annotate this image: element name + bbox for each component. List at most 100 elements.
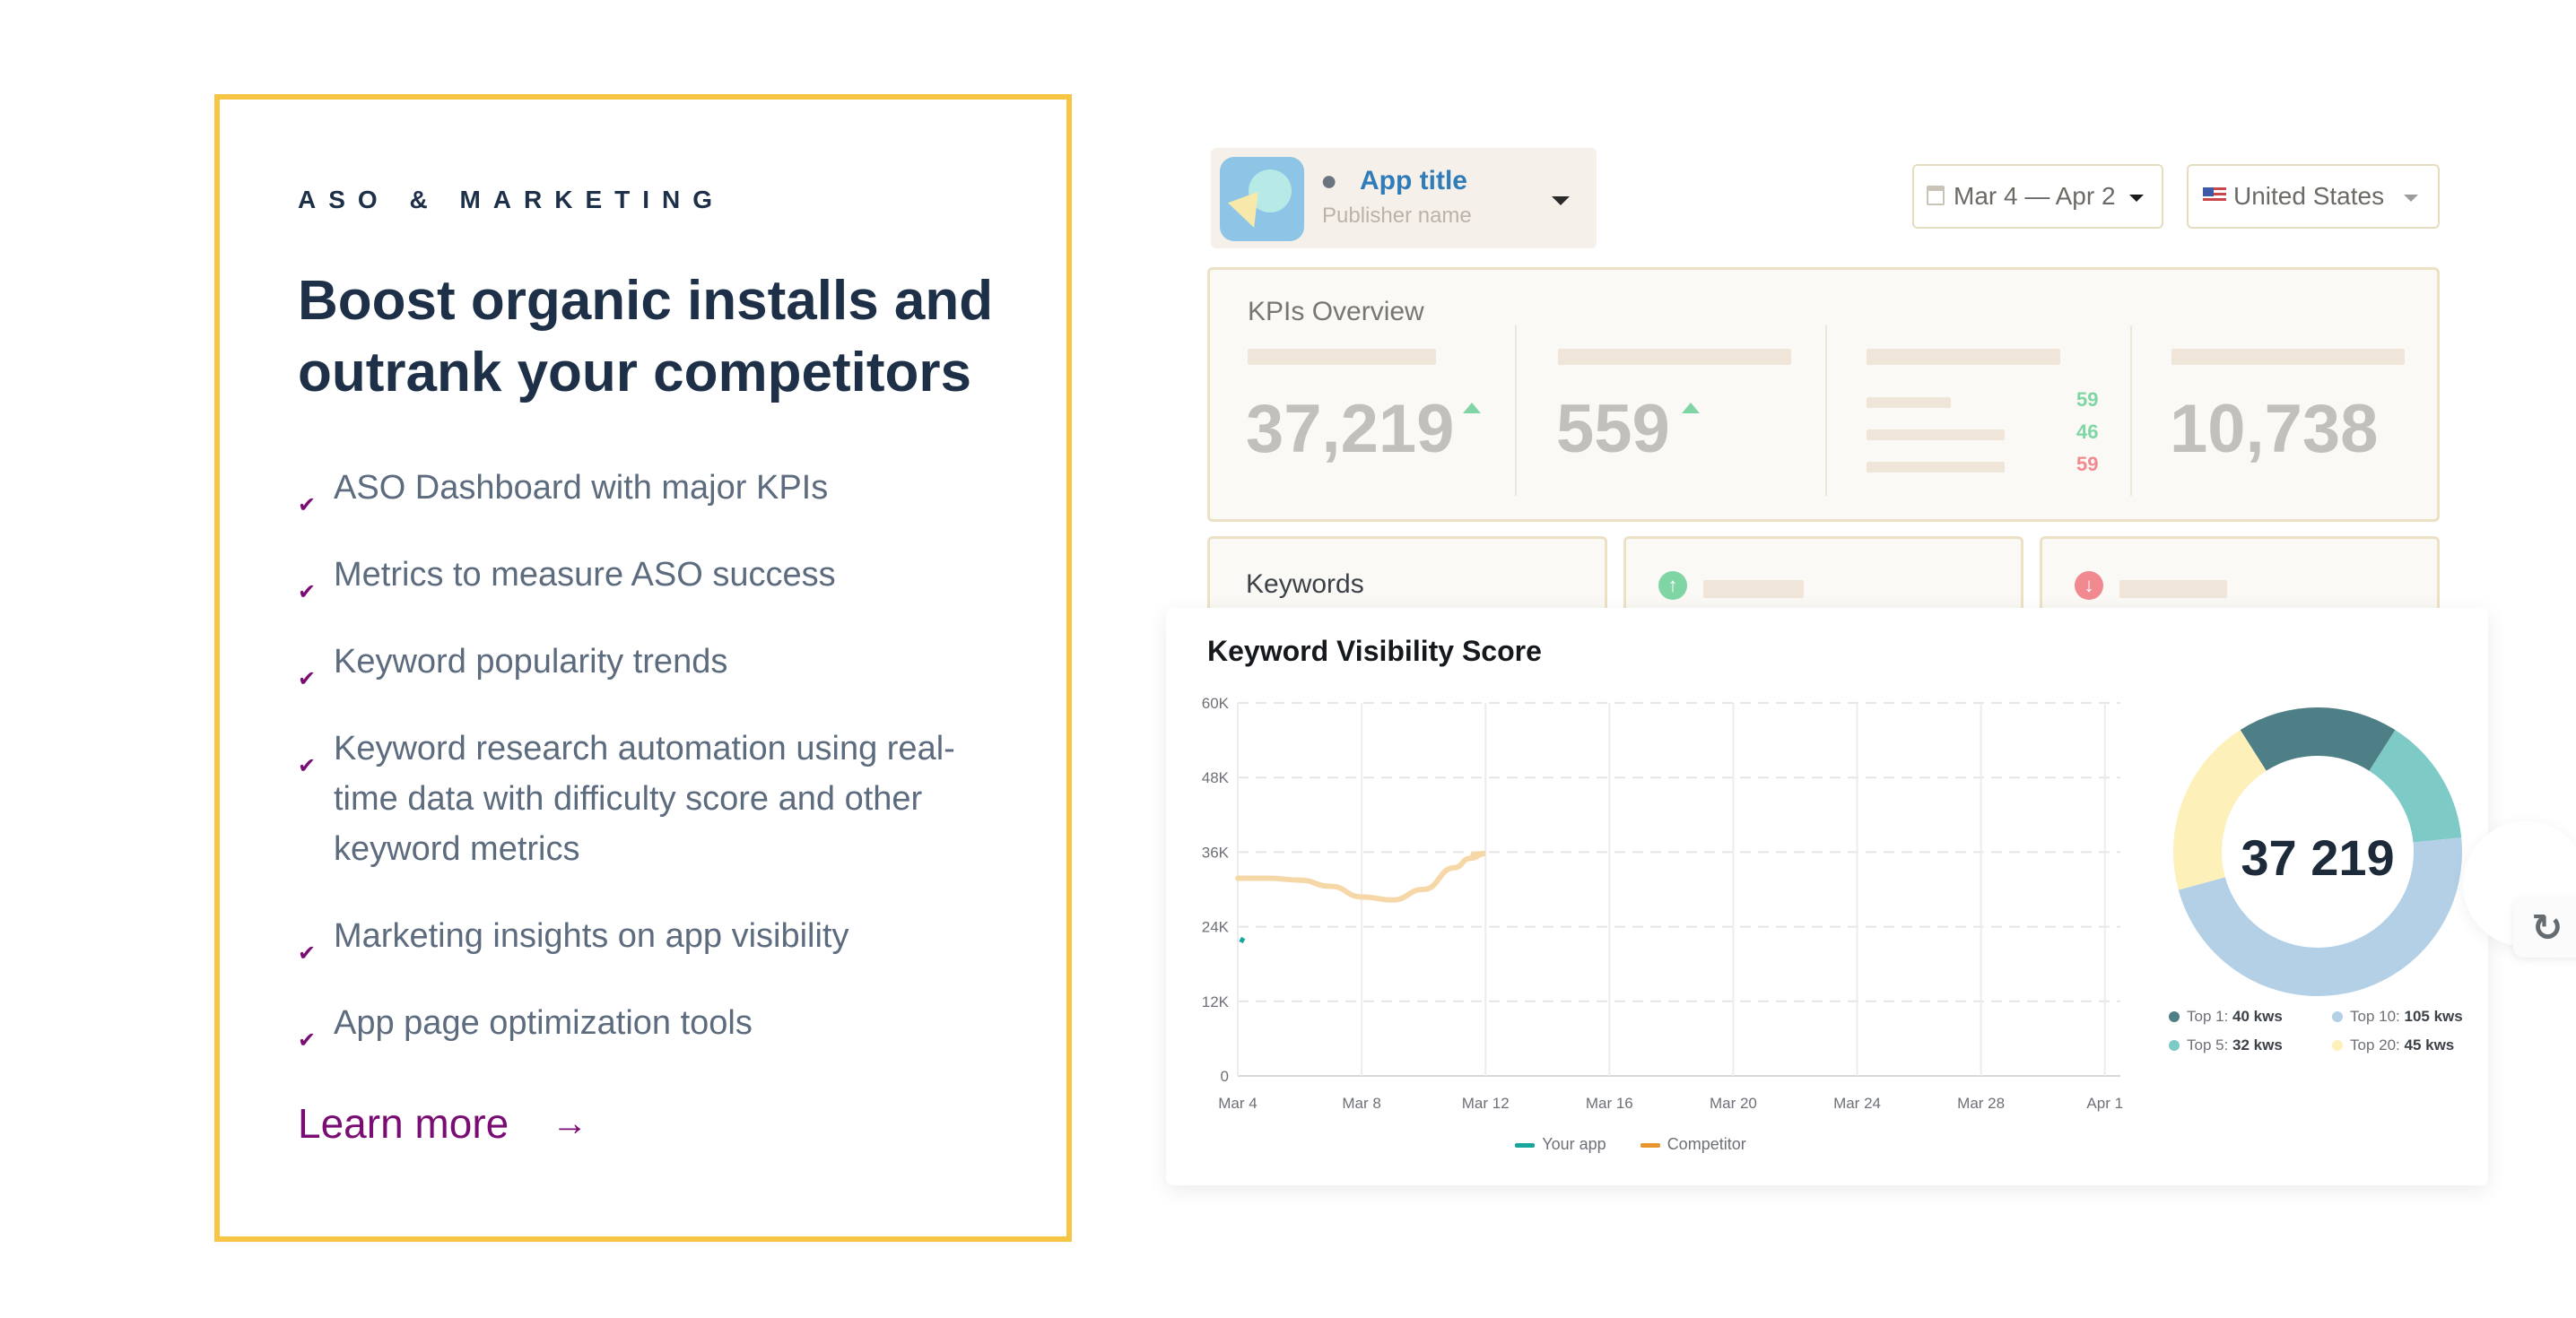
app-title: App title (1360, 166, 1467, 195)
x-tick-label: Mar 24 (1833, 1095, 1881, 1112)
feature-item: ✔ Keyword research automation using real-… (298, 724, 1015, 874)
feature-text: Metrics to measure ASO success (334, 556, 836, 594)
y-tick-label: 48K (1202, 769, 1230, 786)
x-tick-label: Mar 28 (1957, 1095, 2005, 1112)
widget-tab[interactable]: ↻ (2513, 898, 2576, 958)
date-range-select[interactable]: Mar 4 — Apr 2 (1912, 164, 2163, 229)
feature-item: ✔ App page optimization tools (298, 998, 1015, 1053)
donut-legend: Top 1: 40 kws Top 10: 105 kws Top 5: 32 … (2169, 1008, 2492, 1065)
legend-label: Top 10: (2350, 1008, 2400, 1025)
feature-text: ASO Dashboard with major KPIs (334, 469, 829, 507)
legend-item-competitor[interactable]: Competitor (1640, 1135, 1746, 1154)
promo-card: ASO & MARKETING Boost organic installs a… (214, 94, 1072, 1242)
y-tick-label: 36K (1202, 844, 1230, 861)
learn-more-label: Learn more (298, 1100, 509, 1147)
donut-legend-item: Top 5: 32 kws (2169, 1036, 2311, 1054)
keywords-card: Keywords (1207, 536, 1607, 617)
calendar-icon (1927, 186, 1945, 205)
feature-item: ✔ Metrics to measure ASO success (298, 550, 1015, 604)
legend-label: Competitor (1667, 1135, 1746, 1153)
country-value: United States (2233, 182, 2385, 210)
feature-text: Keyword popularity trends (334, 643, 728, 681)
feature-item: ✔ Keyword popularity trends (298, 637, 1015, 691)
donut-segment-top-5 (2368, 730, 2462, 844)
promo-headline: Boost organic installs and outrank your … (298, 270, 994, 403)
y-tick-label: 60K (1202, 695, 1230, 712)
check-icon: ✔ (298, 580, 317, 604)
kpi-divider (1515, 325, 1517, 496)
keywords-down-card: ↓ (2040, 536, 2440, 617)
keywords-title: Keywords (1246, 569, 1364, 599)
keyword-visibility-chart: 0 12K 24K 36K 48K 60K Mar 4 Mar 8 Mar 12 Mar 16 Ma… (1202, 695, 2462, 1112)
x-tick-label: Mar 20 (1710, 1095, 1757, 1112)
label-placeholder (1703, 580, 1804, 598)
kpi-divider (1825, 325, 1827, 496)
feature-item: ✔ ASO Dashboard with major KPIs (298, 463, 1015, 517)
brand-logo-icon: ↻ (2531, 906, 2563, 949)
kpi-installs-value: 559 (1556, 391, 1670, 467)
mini-label-placeholder (1867, 429, 2005, 440)
legend-label: Top 5: (2187, 1036, 2229, 1054)
x-tick-label: Mar 8 (1342, 1095, 1380, 1112)
trend-up-icon (1463, 403, 1481, 413)
legend-value: 45 kws (2404, 1036, 2455, 1054)
kpi-visibility-value: 37,219 (1246, 391, 1455, 467)
mini-label-placeholder (1867, 397, 1951, 408)
label-placeholder (2119, 580, 2227, 598)
legend-value: 40 kws (2232, 1008, 2283, 1025)
check-icon: ✔ (298, 1028, 317, 1053)
check-icon: ✔ (298, 941, 317, 966)
donut-legend-item: Top 20: 45 kws (2332, 1036, 2474, 1054)
legend-swatch (1640, 1142, 1660, 1148)
kpi-label-placeholder (1558, 349, 1791, 365)
date-range-value: Mar 4 — Apr 2 (1954, 182, 2116, 210)
donut-legend-item: Top 10: 105 kws (2332, 1008, 2474, 1026)
x-tick-label: Apr 1 (2086, 1095, 2123, 1112)
publisher-name: Publisher name (1322, 204, 1472, 228)
kpi-label-placeholder (2171, 349, 2405, 365)
learn-more-link[interactable]: Learn more → (298, 1099, 587, 1148)
keywords-up-card: ↑ (1623, 536, 2023, 617)
legend-dot (2332, 1011, 2343, 1022)
donut-legend-item: Top 1: 40 kws (2169, 1008, 2311, 1026)
chevron-down-icon (2404, 195, 2418, 202)
x-tick-label: Mar 16 (1586, 1095, 1633, 1112)
chevron-down-icon[interactable] (1552, 196, 1570, 205)
kpis-overview: KPIs Overview 37,219 559 59 46 59 10,738 (1207, 267, 2440, 522)
feature-text: App page optimization tools (334, 1004, 753, 1042)
trend-up-icon (1682, 403, 1700, 413)
apple-icon: ● (1320, 164, 1338, 196)
legend-value: 32 kws (2232, 1036, 2283, 1054)
kpi-label-placeholder (1248, 349, 1436, 365)
legend-label: Top 20: (2350, 1036, 2400, 1054)
y-tick-label: 12K (1202, 993, 1230, 1010)
us-flag-icon (2203, 187, 2226, 204)
donut-segment-top-1 (2240, 707, 2396, 772)
feature-text: Marketing insights on app visibility (334, 917, 849, 955)
legend-item-your-app[interactable]: Your app (1515, 1135, 1606, 1154)
check-icon: ✔ (298, 754, 317, 778)
chevron-down-icon (2129, 195, 2144, 202)
check-icon: ✔ (298, 667, 317, 691)
country-select[interactable]: United States (2187, 164, 2440, 229)
arrow-up-circle-icon: ↑ (1658, 571, 1687, 600)
mini-label-placeholder (1867, 462, 2005, 473)
feature-list: ✔ ASO Dashboard with major KPIs ✔ Metrics … (298, 463, 1015, 1085)
kpi-rating-value: 10,738 (2170, 391, 2379, 467)
app-selector[interactable]: ● App title Publisher name (1211, 148, 1597, 248)
arrow-down-circle-icon: ↓ (2075, 571, 2103, 600)
app-icon (1220, 157, 1304, 241)
kpi-label-placeholder (1867, 349, 2060, 365)
line-legend: Your app Competitor (1166, 1135, 2095, 1154)
legend-label: Top 1: (2187, 1008, 2229, 1025)
kpi-divider (2130, 325, 2132, 496)
legend-dot (2169, 1011, 2180, 1022)
legend-value: 105 kws (2404, 1008, 2463, 1025)
feature-text: Keyword research automation using real-t… (334, 730, 955, 868)
keyword-visibility-card: Keyword Visibility Score 0 12K 24K 36K 48K 60… (1166, 608, 2488, 1185)
x-tick-label: Mar 4 (1218, 1095, 1257, 1112)
arrow-right-icon: → (552, 1103, 588, 1143)
series-your-app-line (1239, 936, 1246, 944)
legend-dot (2169, 1040, 2180, 1051)
mini-value: 46 (2076, 421, 2099, 443)
